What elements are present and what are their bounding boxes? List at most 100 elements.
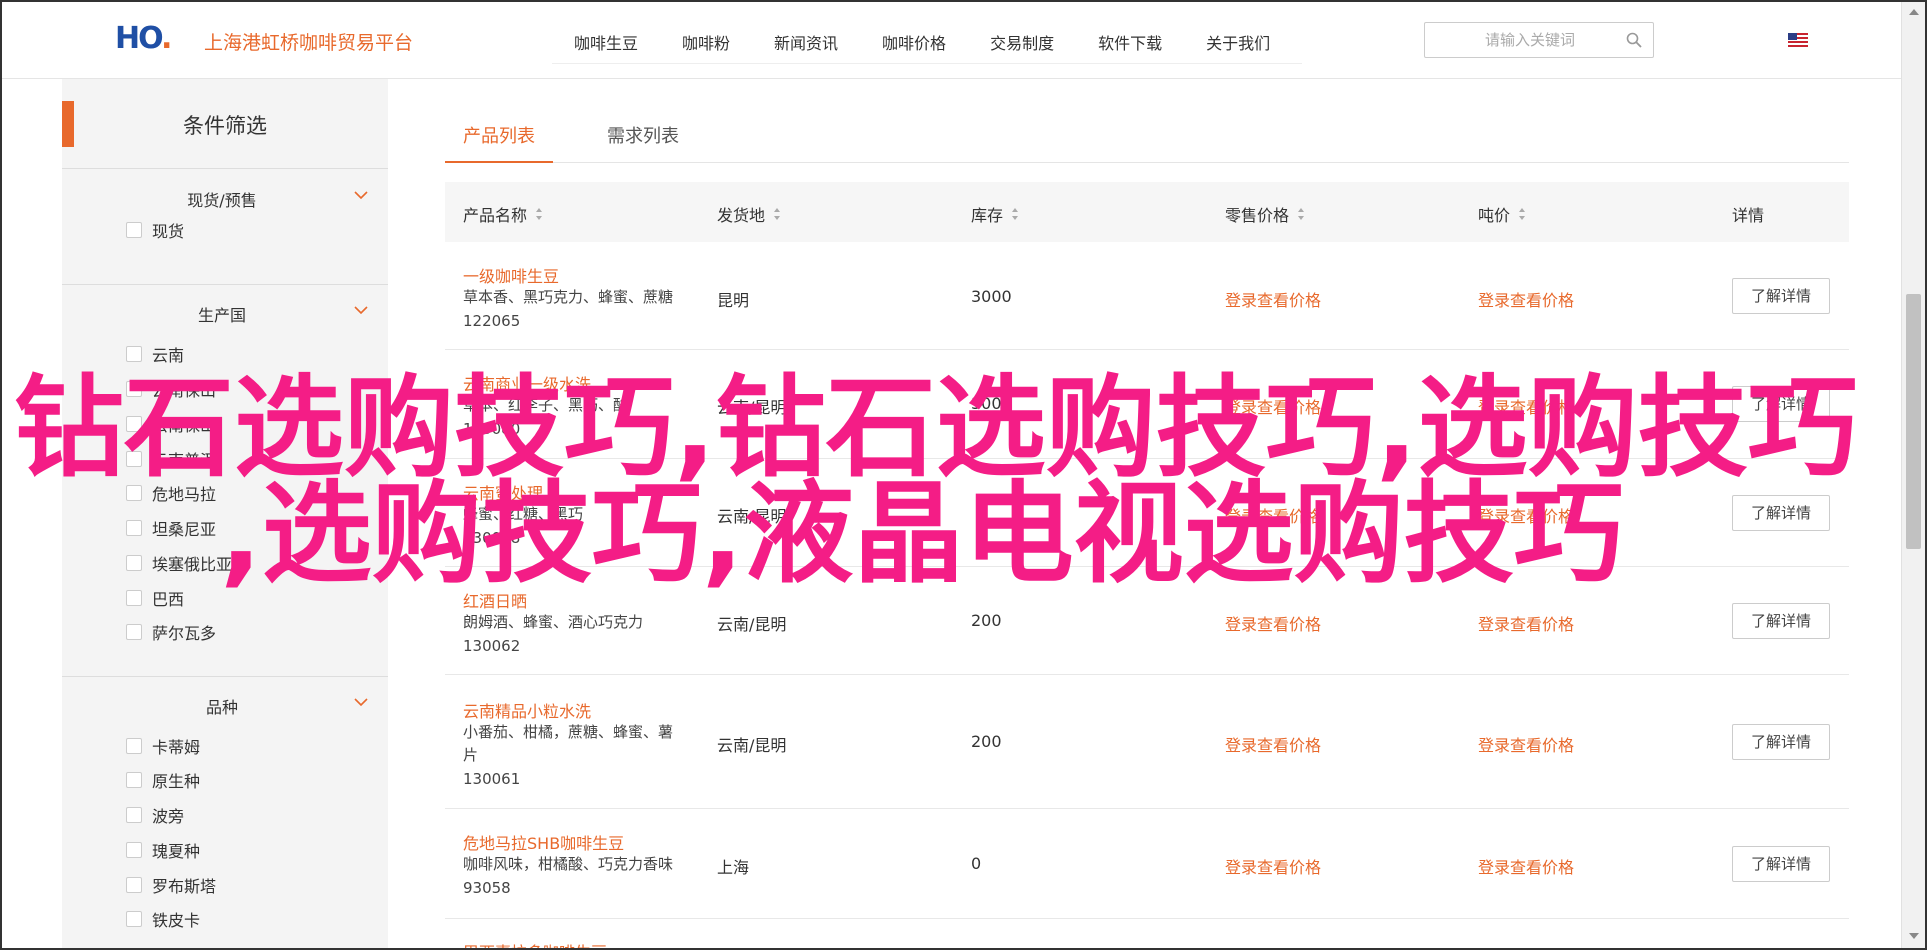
chevron-down-icon[interactable] [353,694,369,710]
overlay-line-1: 钻石选购技巧,钻石选购技巧,选购技巧 [14,364,1858,492]
product-name-link[interactable]: 云南精品小粒水洗 [463,698,591,722]
view-detail-button[interactable]: 了解详情 [1732,495,1830,531]
search-icon[interactable] [1625,31,1643,49]
login-view-ton-price-link[interactable]: 登录查看价格 [1478,854,1574,878]
search-input[interactable] [1425,23,1615,57]
checkbox[interactable] [126,555,142,571]
filter-group-header[interactable]: 现货/预售 [62,170,388,220]
nav-item-prices[interactable]: 咖啡价格 [860,22,968,63]
table-row: 一级咖啡生豆 草本香、黑巧克力、蜂蜜、蔗糖 122065 昆明 3000 登录查… [445,243,1849,350]
table-row: 危地马拉SHB咖啡生豆 咖啡风味，柑橘酸、巧克力香味 93058 上海 0 登录… [445,809,1849,919]
filter-option[interactable]: 铁皮卡 [126,908,200,930]
column-header-ton-price[interactable]: 吨价 [1478,202,1526,226]
product-id: 93058 [463,879,511,897]
product-id: 122065 [463,312,521,330]
nav-item-green-beans[interactable]: 咖啡生豆 [552,22,660,63]
checkbox[interactable] [126,590,142,606]
login-view-ton-price-link[interactable]: 登录查看价格 [1478,287,1574,311]
checkbox[interactable] [126,222,142,238]
sort-icon[interactable] [1011,207,1019,221]
view-detail-button[interactable]: 了解详情 [1732,278,1830,314]
list-tabs: 产品列表 需求列表 [445,110,1849,163]
login-view-price-link[interactable]: 登录查看价格 [1225,611,1321,635]
overlay-line-2: ,选购技巧,液晶电视选购技巧 [220,470,1624,598]
table-header: 产品名称 发货地 库存 零售价格 吨价 详情 [445,182,1849,242]
filter-option[interactable]: 罗布斯塔 [126,874,216,896]
checkbox[interactable] [126,520,142,536]
filter-group-header[interactable]: 品种 [62,677,388,727]
filter-option[interactable]: 波旁 [126,804,184,826]
vertical-scrollbar[interactable] [1901,2,1925,948]
scroll-down-arrow-icon[interactable] [1908,932,1920,940]
column-header-name[interactable]: 产品名称 [463,202,543,226]
login-view-price-link[interactable]: 登录查看价格 [1225,854,1321,878]
column-header-stock[interactable]: 库存 [971,202,1019,226]
filter-option[interactable]: 卡蒂姆 [126,735,200,757]
search-box [1424,22,1654,58]
login-view-ton-price-link[interactable]: 登录查看价格 [1478,732,1574,756]
view-detail-button[interactable]: 了解详情 [1732,846,1830,882]
main-nav: 咖啡生豆 咖啡粉 新闻资讯 咖啡价格 交易制度 软件下载 关于我们 [552,22,1303,64]
column-header-retail-price[interactable]: 零售价格 [1225,202,1305,226]
product-description: 小番茄、柑橘，蔗糖、蜂蜜、薯 [463,723,674,741]
checkbox[interactable] [126,807,142,823]
tab-product-list[interactable]: 产品列表 [463,122,535,148]
scrollbar-thumb[interactable] [1906,294,1921,549]
chevron-down-icon[interactable] [353,187,369,203]
us-flag-icon[interactable] [1788,33,1808,47]
login-view-price-link[interactable]: 登录查看价格 [1225,287,1321,311]
table-row: 云南精品小粒水洗 小番茄、柑橘，蔗糖、蜂蜜、薯 片 130061 云南/昆明 2… [445,675,1849,809]
origin-cell: 云南/昆明 [717,736,787,755]
filter-option[interactable]: 云南 [126,343,184,365]
checkbox[interactable] [126,738,142,754]
nav-item-downloads[interactable]: 软件下载 [1076,22,1184,63]
stock-cell: 3000 [971,287,1012,306]
nav-item-rules[interactable]: 交易制度 [968,22,1076,63]
filter-option[interactable]: 现货 [126,219,184,241]
product-description: 草本香、黑巧克力、蜂蜜、蔗糖 [463,288,674,306]
checkbox[interactable] [126,842,142,858]
checkbox[interactable] [126,624,142,640]
checkbox[interactable] [126,911,142,927]
product-name-link[interactable]: 危地马拉SHB咖啡生豆 [463,830,624,854]
checkbox[interactable] [126,346,142,362]
view-detail-button[interactable]: 了解详情 [1732,603,1830,639]
product-description: 片 [463,746,479,764]
tab-demand-list[interactable]: 需求列表 [607,122,679,148]
column-header-detail: 详情 [1732,206,1765,225]
filter-group-label: 品种 [205,698,238,717]
sort-icon[interactable] [1518,207,1526,221]
filter-option[interactable]: 巴西 [126,587,184,609]
sort-icon[interactable] [1297,207,1305,221]
scroll-up-arrow-icon[interactable] [1908,8,1920,16]
filter-option[interactable]: 萨尔瓦多 [126,621,216,643]
column-header-origin[interactable]: 发货地 [717,202,781,226]
filter-group-header[interactable]: 生产国 [62,285,388,335]
product-id: 130061 [463,770,521,788]
view-detail-button[interactable]: 了解详情 [1732,724,1830,760]
nav-item-news[interactable]: 新闻资讯 [752,22,860,63]
product-name-link[interactable]: 一级咖啡生豆 [463,263,559,287]
login-view-price-link[interactable]: 登录查看价格 [1225,732,1321,756]
filter-option[interactable]: 原生种 [126,769,200,791]
filter-group-label: 生产国 [197,306,246,325]
product-name-link[interactable]: 巴西喜拉多咖啡生豆 [463,939,607,948]
login-view-ton-price-link[interactable]: 登录查看价格 [1478,611,1574,635]
product-description: 咖啡风味，柑橘酸、巧克力香味 [463,855,674,873]
nav-item-about[interactable]: 关于我们 [1184,22,1292,63]
chevron-down-icon[interactable] [353,302,369,318]
filter-option[interactable]: 埃塞俄比亚 [126,552,232,574]
filter-option[interactable]: 瑰夏种 [126,839,200,861]
stock-cell: 200 [971,732,1002,751]
site-logo[interactable]: HO. [115,24,173,54]
site-title[interactable]: 上海港虹桥咖啡贸易平台 [204,28,413,55]
stock-cell: 200 [971,611,1002,630]
nav-item-coffee-powder[interactable]: 咖啡粉 [660,22,752,63]
browser-frame: HO. 上海港虹桥咖啡贸易平台 咖啡生豆 咖啡粉 新闻资讯 咖啡价格 交易制度 … [0,0,1927,950]
filter-option[interactable]: 坦桑尼亚 [126,517,216,539]
checkbox[interactable] [126,877,142,893]
sort-icon[interactable] [535,207,543,221]
checkbox[interactable] [126,772,142,788]
sort-icon[interactable] [773,207,781,221]
origin-cell: 昆明 [717,291,750,310]
